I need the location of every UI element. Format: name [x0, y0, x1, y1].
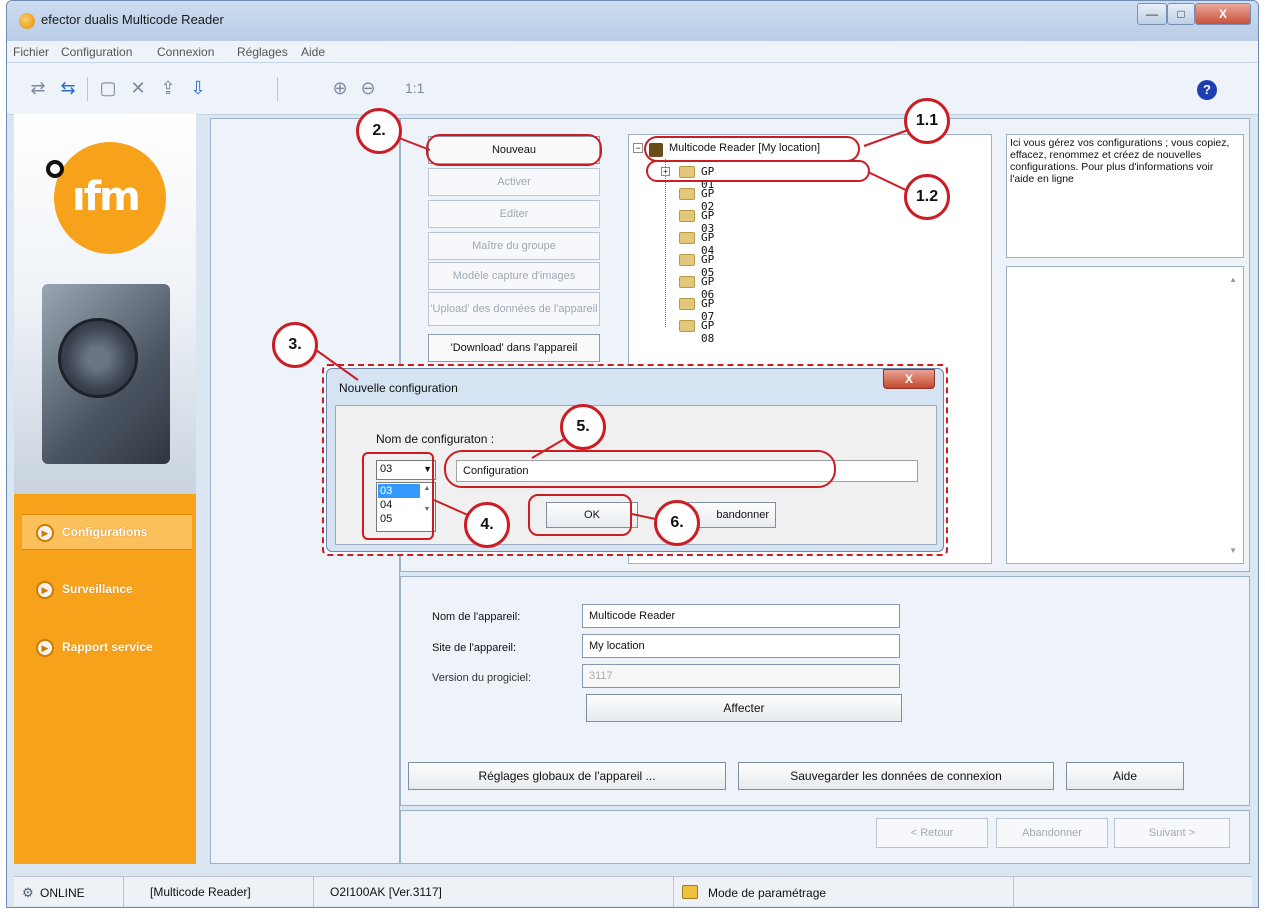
callout-1-1: 1.1	[904, 98, 950, 144]
callout-5: 5.	[560, 404, 606, 450]
callout-4: 4.	[464, 502, 510, 548]
callout-lines	[315, 129, 911, 521]
callout-2: 2.	[356, 108, 402, 154]
callout-3: 3.	[272, 322, 318, 368]
callout-6: 6.	[654, 500, 700, 546]
callout-1-2: 1.2	[904, 174, 950, 220]
